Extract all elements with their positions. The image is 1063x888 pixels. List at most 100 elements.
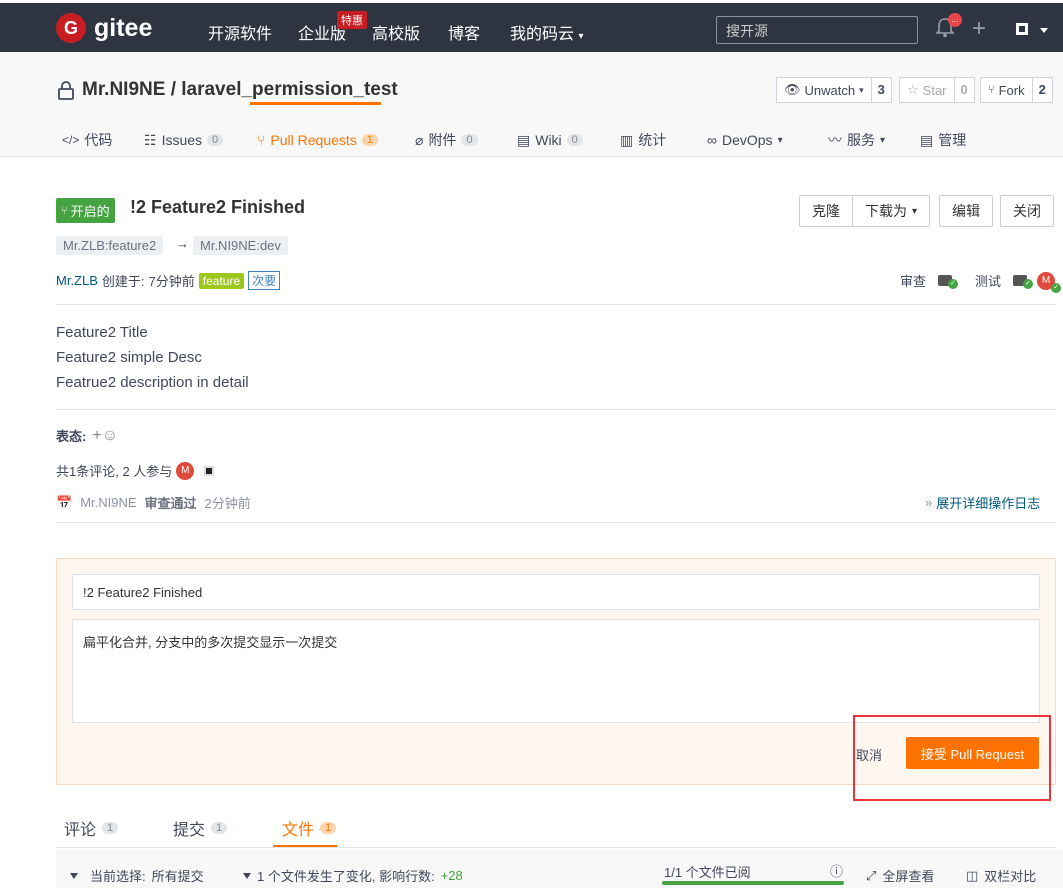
highlight-box [853,715,1051,801]
gitee-logo[interactable]: G gitee [56,13,152,43]
download-button[interactable]: 下载为 ▾ [853,196,929,226]
pr-meta: Mr.ZLB 创建于: 7分钟前 feature 次要 [56,271,281,290]
chevron-down-icon: ▾ [578,31,584,42]
commit-selector[interactable]: 当前选择: 所有提交 [70,866,204,885]
tab-manage[interactable]: ▤ 管理 [920,126,966,154]
tab-files[interactable]: 文件 1 [282,816,337,840]
star-count[interactable]: 0 [955,78,974,102]
viewed-text: 1/1 个文件已阅 [664,865,751,880]
tab-count: 1 [361,134,378,146]
tab-wiki[interactable]: ▤ Wiki 0 [517,126,583,154]
event-user[interactable]: Mr.NI9NE [80,495,136,510]
nav-blog[interactable]: 博客 [448,20,480,44]
enterprise-badge: 特惠 [337,11,367,29]
fork-icon: ⑂ [988,84,995,96]
pull-request-icon: ⑂ [257,132,266,148]
chevron-down-icon: ▾ [912,205,918,217]
merge-title-input[interactable]: !2 Feature2 Finished [72,574,1040,610]
caret-down-icon [243,872,251,879]
tab-issues[interactable]: ☷ Issues 0 [144,126,224,154]
event-action: 审查通过 [144,496,197,511]
watch-label: Unwatch [804,82,856,98]
avatar[interactable]: M [176,461,195,480]
tab-stats[interactable]: ▥ 统计 [620,126,666,154]
plus-icon[interactable]: + [972,15,986,43]
split-view-button[interactable]: ◫ 双栏对比 [966,866,1036,885]
bar-chart-icon: ▥ [620,131,634,148]
double-chevron-down-icon: » [925,495,933,510]
author-link[interactable]: Mr.ZLB [56,273,98,288]
tester-avatar[interactable]: ✓ [1013,275,1034,289]
pull-request-icon: ⑂ [61,204,68,217]
branch-arrow: → [176,236,189,251]
tab-count: 1 [320,822,337,834]
tab-devops[interactable]: ∞ DevOps ▾ [707,126,783,154]
target-branch[interactable]: Mr.NI9NE:dev [193,236,288,255]
avatar[interactable]: M ✓ [1037,271,1062,293]
tab-label: 统计 [638,132,667,148]
repo-title[interactable]: Mr.NI9NE / laravel_permission_test [82,79,398,101]
eye-icon: 👁 [784,82,801,97]
reviewer-label: 审查 [900,274,927,289]
clone-button[interactable]: 克隆 [800,196,853,226]
tab-count: 0 [207,134,224,146]
status-label: 开启的 [70,204,110,219]
tab-pull-requests[interactable]: ⑂ Pull Requests 1 [257,126,378,154]
expand-log-link[interactable]: » 展开详细操作日志 [925,493,1040,512]
viewed-progress-bar [662,881,844,885]
notification-count: ... [948,13,962,27]
top-navbar: G gitee 开源软件 企业版 特惠 高校版 博客 我的码云 ▾ 搜开源 ..… [0,0,1063,52]
tab-count: 0 [566,134,583,146]
fork-count[interactable]: 2 [1033,78,1052,102]
label-priority[interactable]: 次要 [248,271,281,290]
status-badge: ⑂ 开启的 [56,198,115,223]
lines-added: +28 [440,868,463,883]
select-value: 所有提交 [151,869,204,884]
close-button[interactable]: 关闭 [1001,196,1053,226]
repo-header: Mr.NI9NE / laravel_permission_test 👁 Unwa… [0,52,1063,157]
select-label: 当前选择: [90,869,146,884]
tab-label: 文件 [282,822,315,839]
chevron-down-icon [1040,28,1048,33]
tab-commits[interactable]: 提交 1 [173,816,228,840]
tab-label: Pull Requests [270,132,357,148]
tab-label: 提交 [173,822,206,839]
fullscreen-button[interactable]: ⤢ 全屏查看 [866,866,934,885]
star-button[interactable]: ☆ Star 0 [899,77,975,103]
source-branch[interactable]: Mr.ZLB:feature2 [56,236,164,255]
chevron-down-icon: ▾ [859,84,864,95]
nav-my-gitee[interactable]: 我的码云 ▾ [510,20,584,44]
search-input[interactable]: 搜开源 [716,16,918,44]
tab-attachments[interactable]: ⌀ 附件 0 [415,126,478,154]
label-feature[interactable]: feature [198,272,245,289]
clone-download-group: 克隆 下载为 ▾ [799,195,931,227]
watch-button[interactable]: 👁 Unwatch ▾ 3 [776,77,892,103]
edit-button[interactable]: 编辑 [940,196,992,226]
tab-comments[interactable]: 评论 1 [64,816,119,840]
tab-label: DevOps [721,132,773,148]
changes-summary[interactable]: 1 个文件发生了变化, 影响行数: +28 [243,866,463,885]
merge-message-textarea[interactable]: 扁平化合并, 分支中的多次提交显示一次提交 [72,619,1040,723]
reviewer-avatar[interactable]: ✓ [938,275,959,289]
fork-label: Fork [998,82,1025,98]
expand-log-label: 展开详细操作日志 [936,496,1041,511]
infinity-icon: ∞ [707,132,717,148]
tab-services[interactable]: 〰服务 ▾ [828,126,885,154]
testers: 测试 ✓ M ✓ [975,271,1062,293]
add-reaction-button[interactable]: +☺ [92,427,118,445]
avatar[interactable] [204,465,215,476]
nav-open-source[interactable]: 开源软件 [208,20,272,44]
description-line: Featrue2 description in detail [56,374,249,391]
watch-count[interactable]: 3 [872,78,891,102]
tab-code[interactable]: </> 代码 [62,126,112,154]
nav-university[interactable]: 高校版 [372,20,420,44]
user-menu-icon[interactable] [1016,23,1028,35]
created-prefix: 创建于: [101,274,145,289]
fork-button[interactable]: ⑂ Fork 2 [980,77,1053,103]
event-time: 2分钟前 [204,496,251,511]
brand-name: gitee [94,13,153,42]
info-icon[interactable]: ⓘ [830,861,843,880]
participants-text: 共1条评论, 2 人参与 [56,464,173,479]
check-icon: ✓ [1023,279,1034,289]
paperclip-icon: ⌀ [415,131,424,148]
